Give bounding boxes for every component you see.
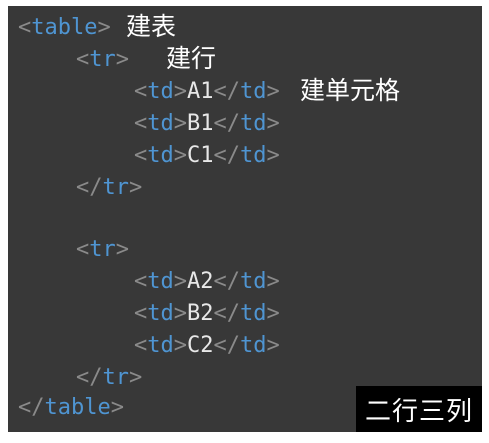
td-line-a1: <td>A1</td> (134, 79, 280, 104)
cell-value: B2 (187, 301, 214, 326)
tag-tr: tr (89, 47, 116, 72)
angle-open: < (18, 15, 32, 40)
td-line-b1: <td>B1</td> (134, 111, 280, 136)
angle-close: > (97, 15, 111, 40)
tag-td: td (147, 143, 174, 168)
code-panel: <table> 建表 <tr> 建行 <td>A1</td> 建单元格 <td>… (8, 6, 482, 432)
tr-close-line-1: </tr> (76, 175, 143, 200)
td-line-c2: <td>C2</td> (134, 333, 280, 358)
angle-open: < (76, 47, 90, 72)
tag-tr: tr (89, 237, 116, 262)
tag-tr: tr (102, 175, 130, 200)
note-build-table: 建表 (126, 12, 177, 41)
tag-td: td (147, 269, 174, 294)
table-open-line: <table> (18, 12, 111, 44)
tag-td: td (147, 301, 174, 326)
cell-value: C1 (187, 143, 214, 168)
tag-table: table (31, 15, 98, 40)
cell-value: C2 (187, 333, 214, 358)
tag-td: td (147, 79, 174, 104)
cell-value: B1 (187, 111, 214, 136)
tag-tr: tr (102, 365, 130, 390)
td-line-a2: <td>A2</td> (134, 269, 280, 294)
code-block: <table> 建表 <tr> 建行 <td>A1</td> 建单元格 <td>… (8, 6, 482, 432)
note-build-row: 建行 (166, 44, 217, 73)
tag-td: td (147, 333, 174, 358)
angle-close: > (115, 47, 129, 72)
tag-td: td (147, 111, 174, 136)
table-close-line: </table> (18, 395, 124, 420)
rows-columns-badge: 二行三列 (356, 386, 482, 432)
td-line-b2: <td>B2</td> (134, 301, 280, 326)
note-build-cell: 建单元格 (300, 76, 401, 105)
tr-open-line-1: <tr> (76, 44, 129, 76)
tag-table: table (44, 395, 111, 420)
tr-close-line-2: </tr> (76, 365, 143, 390)
cell-value: A2 (187, 269, 214, 294)
td-line-c1: <td>C1</td> (134, 143, 280, 168)
tr-open-line-2: <tr> (76, 237, 129, 262)
cell-value: A1 (187, 79, 214, 104)
